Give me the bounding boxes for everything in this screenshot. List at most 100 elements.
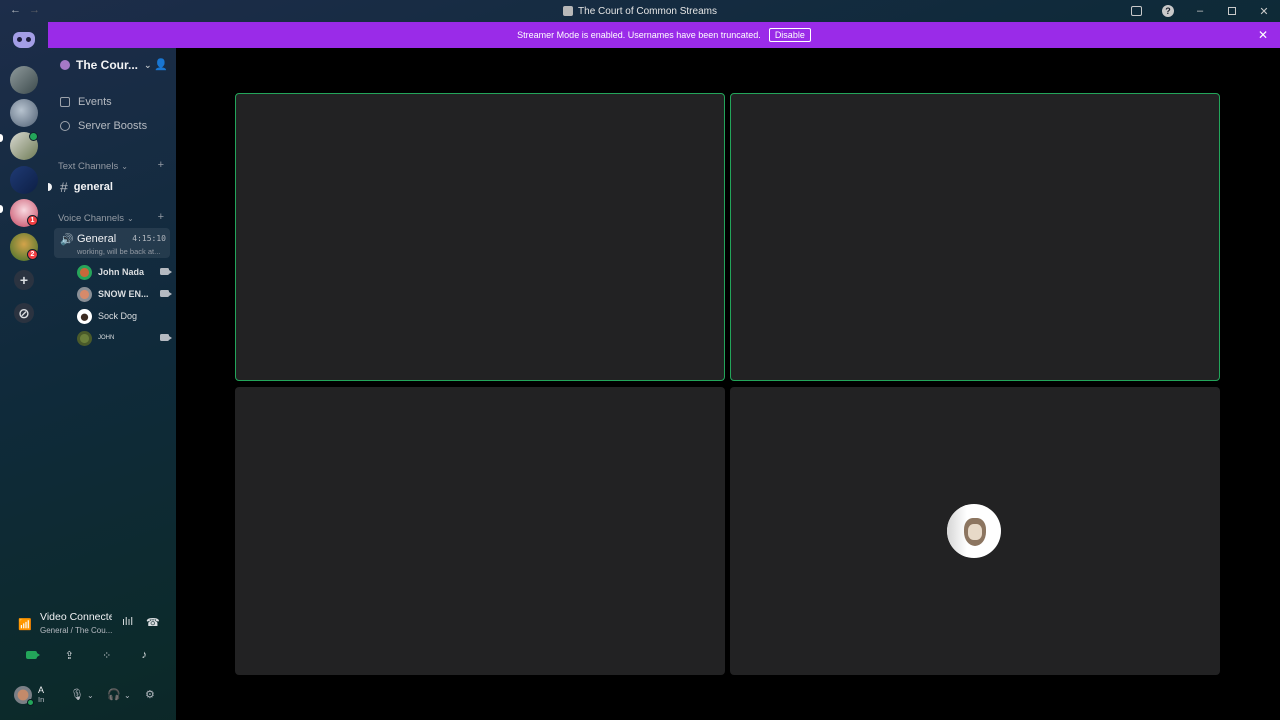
forward-arrow-icon[interactable]: → — [29, 4, 40, 16]
headphones-icon[interactable]: 🎧 — [107, 688, 121, 701]
category-label: Voice Channels — [58, 213, 125, 224]
invite-people-icon[interactable]: 👤 — [154, 58, 168, 71]
server-mini-icon — [563, 6, 574, 16]
server-boosts-label: Server Boosts — [78, 120, 148, 132]
video-tile[interactable] — [235, 387, 725, 675]
channel-general[interactable]: # general — [60, 179, 113, 195]
chevron-down-icon[interactable]: ⌄ — [124, 691, 131, 700]
streamer-mode-banner: Streamer Mode is enabled. Usernames have… — [48, 22, 1280, 48]
avatar — [77, 264, 92, 280]
chevron-down-icon[interactable]: ⌄ — [87, 691, 94, 700]
signal-icon[interactable]: 📶 — [18, 618, 32, 631]
voice-user-name: Sock Dog — [98, 311, 138, 321]
voice-actions: ⇪ ⁘ ♪ — [5, 645, 171, 665]
voice-user[interactable]: JOHN — [77, 329, 172, 347]
video-camera-icon — [26, 651, 41, 659]
events-label: Events — [78, 96, 112, 108]
server-icon-2[interactable] — [10, 99, 38, 127]
window-title: The Court of Common Streams — [563, 6, 717, 17]
boost-icon — [60, 121, 70, 131]
help-icon[interactable]: ? — [1160, 3, 1176, 19]
add-server-icon[interactable]: + — [14, 270, 34, 290]
server-icon-small — [60, 60, 70, 70]
home-logo-icon[interactable] — [10, 26, 38, 54]
server-unread-pill — [0, 134, 3, 142]
server-icon-4[interactable] — [10, 166, 38, 194]
banner-text: Streamer Mode is enabled. Usernames have… — [517, 30, 761, 40]
add-text-channel-icon[interactable]: + — [158, 159, 164, 171]
voice-status-title[interactable]: Video Connected — [40, 611, 112, 623]
add-voice-channel-icon[interactable]: + — [158, 211, 164, 223]
voice-connection-panel: 📶 Video Connected General / The Cou... ı… — [5, 604, 171, 678]
video-tile[interactable] — [235, 93, 725, 381]
video-camera-icon — [160, 268, 172, 275]
avatar — [77, 286, 92, 302]
voice-status-subtitle[interactable]: General / The Cou... — [40, 626, 112, 635]
activities-icon: ⁘ — [102, 649, 112, 662]
window-controls: ? – ✕ — [1128, 3, 1272, 19]
online-status-dot — [27, 699, 34, 706]
screen-share-icon: ⇪ — [64, 649, 74, 662]
hash-icon: # — [60, 179, 68, 195]
events-item[interactable]: Events — [60, 96, 112, 108]
voice-user[interactable]: Sock Dog — [77, 307, 169, 325]
category-label: Text Channels — [58, 161, 119, 172]
user-name[interactable]: A — [38, 685, 44, 695]
voice-timer: 4:15:10 — [132, 234, 166, 243]
video-call-area — [176, 48, 1280, 720]
screen-share-button[interactable]: ⇪ — [55, 645, 83, 665]
mention-badge: 2 — [27, 249, 38, 260]
noise-suppression-icon[interactable]: ılıl — [122, 616, 133, 628]
user-status: In — [38, 695, 45, 704]
settings-gear-icon[interactable]: ⚙ — [145, 688, 155, 701]
chevron-down-icon: ⌄ — [121, 162, 128, 171]
channel-sidebar: The Cour... ⌄ 👤 Events Server Boosts Tex… — [48, 48, 176, 602]
voice-channel-status: working, will be back at... — [77, 247, 161, 256]
avatar — [77, 330, 92, 346]
discover-compass-icon[interactable]: ⊘ — [14, 303, 34, 323]
server-icon-1[interactable] — [10, 66, 38, 94]
close-window-icon[interactable]: ✕ — [1256, 5, 1272, 18]
nav-arrows: ← → — [10, 4, 40, 16]
voice-channel-name: General — [77, 233, 117, 245]
inbox-icon[interactable] — [1128, 3, 1144, 19]
chevron-down-icon: ⌄ — [144, 59, 152, 70]
title-bar: ← → The Court of Common Streams ? – ✕ — [0, 0, 1280, 22]
back-arrow-icon[interactable]: ← — [10, 4, 21, 16]
maximize-icon[interactable] — [1224, 3, 1240, 19]
disconnect-icon[interactable]: ☎ — [146, 616, 160, 629]
server-unread-pill — [0, 205, 3, 213]
channel-unread-dot — [48, 183, 52, 191]
user-bar: A In 🎙 ⌄ 🎧 ⌄ ⚙ — [0, 680, 176, 710]
voice-user-name: John Nada — [98, 267, 145, 277]
sock-dog-avatar — [947, 504, 1001, 558]
text-channels-category[interactable]: Text Channels ⌄ — [58, 161, 128, 172]
server-live-dot — [29, 132, 38, 141]
voice-channel-general[interactable]: 🔊 General 4:15:10 working, will be back … — [54, 228, 170, 258]
channel-name: general — [73, 181, 113, 193]
voice-user[interactable]: SNOW EN... — [77, 285, 172, 303]
video-tile[interactable] — [730, 387, 1220, 675]
soundboard-button[interactable]: ♪ — [130, 645, 158, 665]
dog-face-icon — [964, 518, 986, 546]
server-name: The Cour... — [76, 58, 139, 72]
video-tile[interactable] — [730, 93, 1220, 381]
activities-button[interactable]: ⁘ — [93, 645, 121, 665]
disable-button[interactable]: Disable — [768, 28, 811, 42]
camera-toggle-button[interactable] — [18, 645, 46, 665]
mention-badge: 1 — [27, 215, 38, 226]
calendar-icon — [60, 97, 70, 107]
soundboard-icon: ♪ — [141, 649, 148, 661]
video-camera-icon — [160, 290, 172, 297]
video-camera-icon — [160, 334, 172, 341]
voice-channels-category[interactable]: Voice Channels ⌄ — [58, 213, 134, 224]
voice-user[interactable]: John Nada — [77, 263, 172, 281]
microphone-icon[interactable]: 🎙 — [70, 688, 84, 701]
chevron-down-icon: ⌄ — [127, 214, 134, 223]
minimize-icon[interactable]: – — [1192, 5, 1208, 17]
server-boosts-item[interactable]: Server Boosts — [60, 120, 147, 132]
voice-user-name: SNOW EN... — [98, 289, 149, 299]
window-title-text: The Court of Common Streams — [578, 5, 717, 17]
server-header[interactable]: The Cour... ⌄ 👤 — [48, 48, 176, 82]
close-banner-icon[interactable]: ✕ — [1258, 28, 1268, 42]
